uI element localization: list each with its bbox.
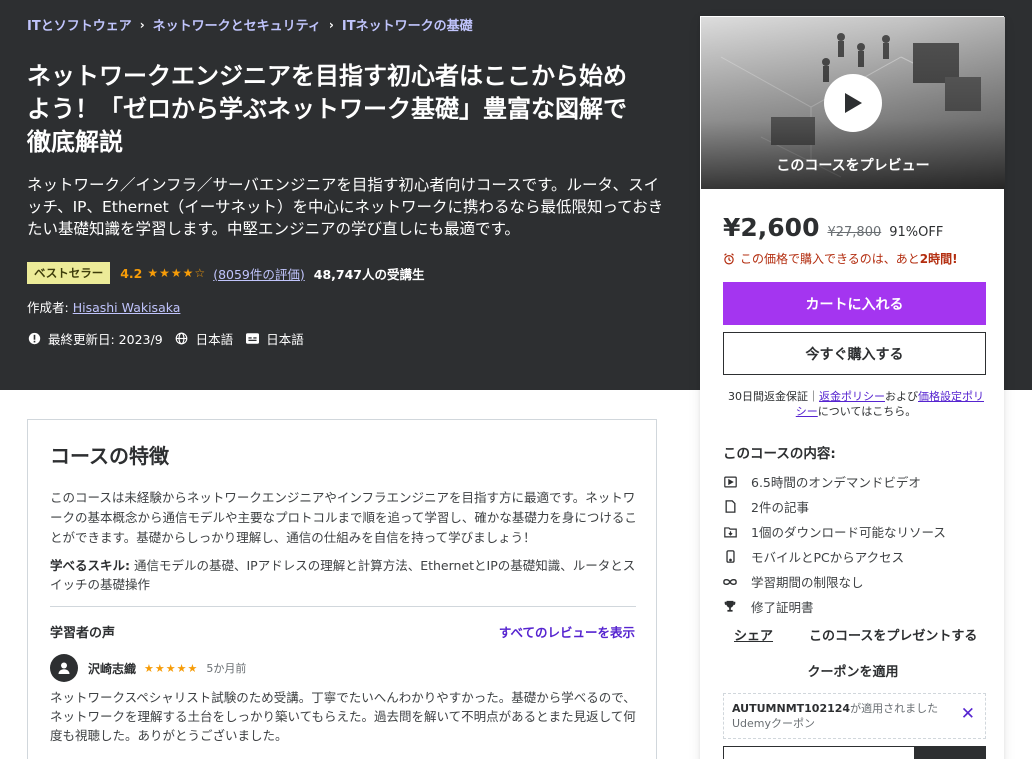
purchase-sidebar: このコースをプレビュー ¥2,600 ¥27,800 91%OFF この価格で購… — [700, 16, 1005, 759]
gift-course-button[interactable]: このコースをプレゼントする — [809, 625, 977, 644]
coupon-code: AUTUMNMT102124 — [732, 702, 851, 715]
skills-label: 学べるスキル: — [50, 558, 130, 573]
include-certificate: 修了証明書 — [751, 600, 814, 615]
breadcrumb-item-network-basics[interactable]: ITネットワークの基礎 — [342, 15, 473, 34]
course-language: 日本語 — [195, 332, 234, 347]
includes-title: このコースの内容: — [723, 446, 836, 462]
list-item: 6.5時間のオンデマンドビデオ — [723, 469, 946, 494]
guarantee-text: 30日間返金保証｜返金ポリシーおよび価格設定ポリシーについてはこちら。 — [723, 389, 989, 419]
article-icon — [723, 500, 737, 514]
preview-label[interactable]: このコースをプレビュー — [701, 155, 1005, 175]
breadcrumb-item-it-software[interactable]: ITとソフトウェア — [27, 15, 132, 34]
review-text: ネットワークスペシャリスト試験のため受講。丁寧でたいへんわかりやすかった。基礎か… — [50, 690, 636, 743]
breadcrumb-item-network-security[interactable]: ネットワークとセキュリティ — [153, 15, 321, 34]
chevron-right-icon: › — [328, 17, 334, 32]
coupon-apply-button[interactable] — [915, 746, 986, 759]
features-description: このコースは未経験からネットワークエンジニアやインフラエンジニアを目指す方に最適… — [50, 490, 637, 545]
discount-percent: 91%OFF — [889, 225, 944, 240]
original-price: ¥27,800 — [827, 225, 882, 240]
list-item: 学習期間の制限なし — [723, 569, 946, 594]
skills-list: 通信モデルの基礎、IPアドレスの理解と計算方法、EthernetとIPの基礎知識… — [50, 558, 636, 592]
rating-value: 4.2 — [120, 265, 143, 281]
guarantee-prefix: 30日間返金保証｜ — [728, 390, 819, 403]
infinity-icon — [723, 575, 737, 589]
course-features-card: コースの特徴 このコースは未経験からネットワークエンジニアやインフラエンジニアを… — [27, 419, 657, 759]
rating-stars: ★★★★☆ — [147, 266, 207, 280]
reviewer-row: 沢崎志織 ★★★★★ 5か月前 — [50, 654, 246, 682]
closed-caption-icon — [245, 332, 259, 346]
divider — [50, 606, 636, 607]
include-lifetime: 学習期間の制限なし — [751, 575, 864, 590]
include-articles: 2件の記事 — [751, 500, 809, 515]
share-button[interactable]: シェア — [734, 625, 773, 644]
course-meta: 最終更新日: 2023/9 日本語 日本語 — [27, 329, 304, 348]
play-icon[interactable] — [824, 74, 882, 132]
timer-text: この価格で購入できるのは、あと — [740, 252, 920, 266]
includes-list: 6.5時間のオンデマンドビデオ 2件の記事 1個のダウンロード可能なリソース モ… — [723, 469, 946, 619]
user-icon — [58, 662, 70, 674]
caption-language: 日本語 — [266, 332, 304, 347]
include-resources: 1個のダウンロード可能なリソース — [751, 525, 946, 540]
coupon-applied-text: が適用されました — [850, 702, 939, 715]
rating-count-link[interactable]: (8059件の評価) — [213, 264, 305, 283]
reviewer-name: 沢崎志織 — [88, 661, 137, 676]
list-item: モバイルとPCからアクセス — [723, 544, 946, 569]
last-updated: 最終更新日: 2023/9 — [48, 332, 163, 347]
add-to-cart-button[interactable]: カートに入れる — [723, 282, 986, 325]
download-icon — [723, 525, 737, 539]
course-title: ネットワークエンジニアを目指す初心者はここから始めよう！「ゼロから学ぶネットワー… — [27, 62, 627, 156]
features-title: コースの特徴 — [50, 444, 169, 468]
video-icon — [723, 475, 737, 489]
coupon-line: AUTUMNMT102124が適用されました — [732, 701, 977, 716]
include-mobile: モバイルとPCからアクセス — [751, 550, 905, 565]
apply-coupon-button[interactable]: クーポンを適用 — [701, 661, 1005, 680]
course-preview[interactable]: このコースをプレビュー — [701, 17, 1005, 189]
skills-text: 学べるスキル: 通信モデルの基礎、IPアドレスの理解と計算方法、Ethernet… — [50, 556, 640, 594]
student-count: 48,747人の受講生 — [313, 266, 425, 282]
mobile-icon — [723, 550, 737, 564]
list-item: 1個のダウンロード可能なリソース — [723, 519, 946, 544]
review-stars: ★★★★★ — [144, 661, 199, 675]
view-all-reviews-link[interactable]: すべてのレビューを表示 — [499, 622, 635, 641]
guarantee-and: および — [885, 390, 918, 403]
globe-icon — [175, 332, 189, 346]
price-timer: この価格で購入できるのは、あと 2時間! — [723, 250, 958, 267]
coupon-type: Udemyクーポン — [732, 717, 816, 730]
author-link[interactable]: Hisashi Wakisaka — [73, 300, 181, 315]
guarantee-suffix: についてはこちら。 — [817, 405, 917, 418]
avatar — [50, 654, 78, 682]
review-date: 5か月前 — [206, 662, 247, 675]
author-label: 作成者: — [27, 300, 69, 315]
buy-now-button[interactable]: 今すぐ購入する — [723, 332, 986, 375]
course-headline: ネットワーク／インフラ／サーバエンジニアを目指す初心者向けコースです。ルータ、ス… — [27, 176, 664, 238]
rating-row: ベストセラー 4.2 ★★★★☆ (8059件の評価) 48,747人の受講生 — [27, 262, 425, 284]
alarm-clock-icon — [723, 252, 735, 265]
timer-value: 2時間! — [919, 252, 958, 266]
include-video: 6.5時間のオンデマンドビデオ — [751, 475, 921, 490]
close-icon[interactable]: ✕ — [961, 706, 975, 723]
trophy-icon — [723, 600, 737, 614]
refund-policy-link[interactable]: 返金ポリシー — [819, 390, 885, 403]
breadcrumb: ITとソフトウェア › ネットワークとセキュリティ › ITネットワークの基礎 — [27, 15, 473, 35]
applied-coupon: AUTUMNMT102124が適用されました Udemyクーポン ✕ — [723, 693, 986, 739]
chevron-right-icon: › — [139, 17, 145, 32]
alert-icon — [27, 332, 41, 346]
list-item: 修了証明書 — [723, 594, 946, 619]
coupon-input[interactable] — [723, 746, 915, 759]
author-row: 作成者: Hisashi Wakisaka — [27, 297, 180, 316]
reviews-title: 学習者の声 — [50, 626, 116, 641]
list-item: 2件の記事 — [723, 494, 946, 519]
price-row: ¥2,600 ¥27,800 91%OFF — [723, 213, 943, 242]
bestseller-badge: ベストセラー — [27, 262, 111, 284]
current-price: ¥2,600 — [723, 213, 820, 242]
